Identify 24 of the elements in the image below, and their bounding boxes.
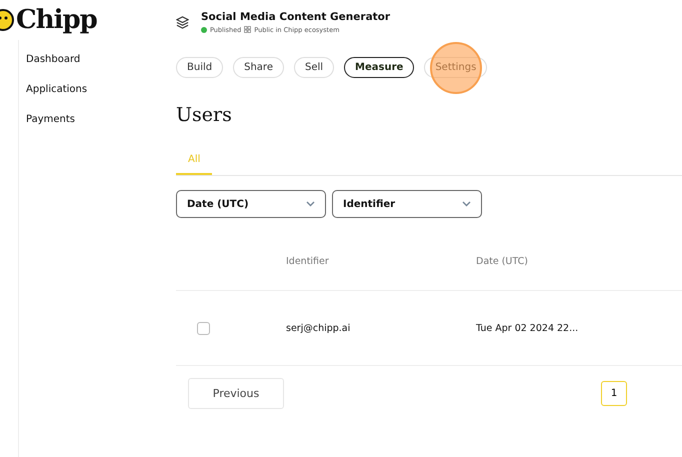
nav-tab[interactable]: Measure	[344, 57, 414, 78]
chevron-down-icon	[462, 201, 471, 207]
column-header: Date (UTC)	[476, 256, 529, 266]
logo-text: Chipp	[16, 5, 97, 35]
app-title: Social Media Content Generator	[201, 10, 390, 22]
page-button[interactable]: 1	[601, 381, 627, 406]
page-heading: Users	[176, 104, 233, 126]
nav-tab[interactable]: Share	[233, 57, 284, 78]
row-checkbox[interactable]	[197, 322, 210, 334]
table-cell-text: Tue Apr 02 2024 22...	[476, 322, 580, 334]
filter-dropdown[interactable]: Identifier	[332, 190, 482, 218]
nav-tab[interactable]: Build	[176, 57, 224, 78]
filter-dropdown[interactable]: Date (UTC)	[176, 190, 326, 218]
sidebar-item[interactable]: Dashboard	[19, 54, 150, 65]
nav-tab[interactable]: Sell	[294, 57, 334, 78]
previous-button[interactable]: Previous	[188, 378, 284, 409]
status-dot	[201, 26, 207, 32]
chevron-down-icon	[306, 201, 315, 207]
column-header: Identifier	[286, 256, 330, 266]
grid-icon	[244, 26, 252, 33]
sidebar-item[interactable]: Payments	[19, 114, 150, 125]
layers-icon	[176, 16, 189, 28]
table-cell-text: serj@chipp.ai	[286, 322, 352, 334]
sidebar-item[interactable]: Applications	[19, 84, 150, 95]
